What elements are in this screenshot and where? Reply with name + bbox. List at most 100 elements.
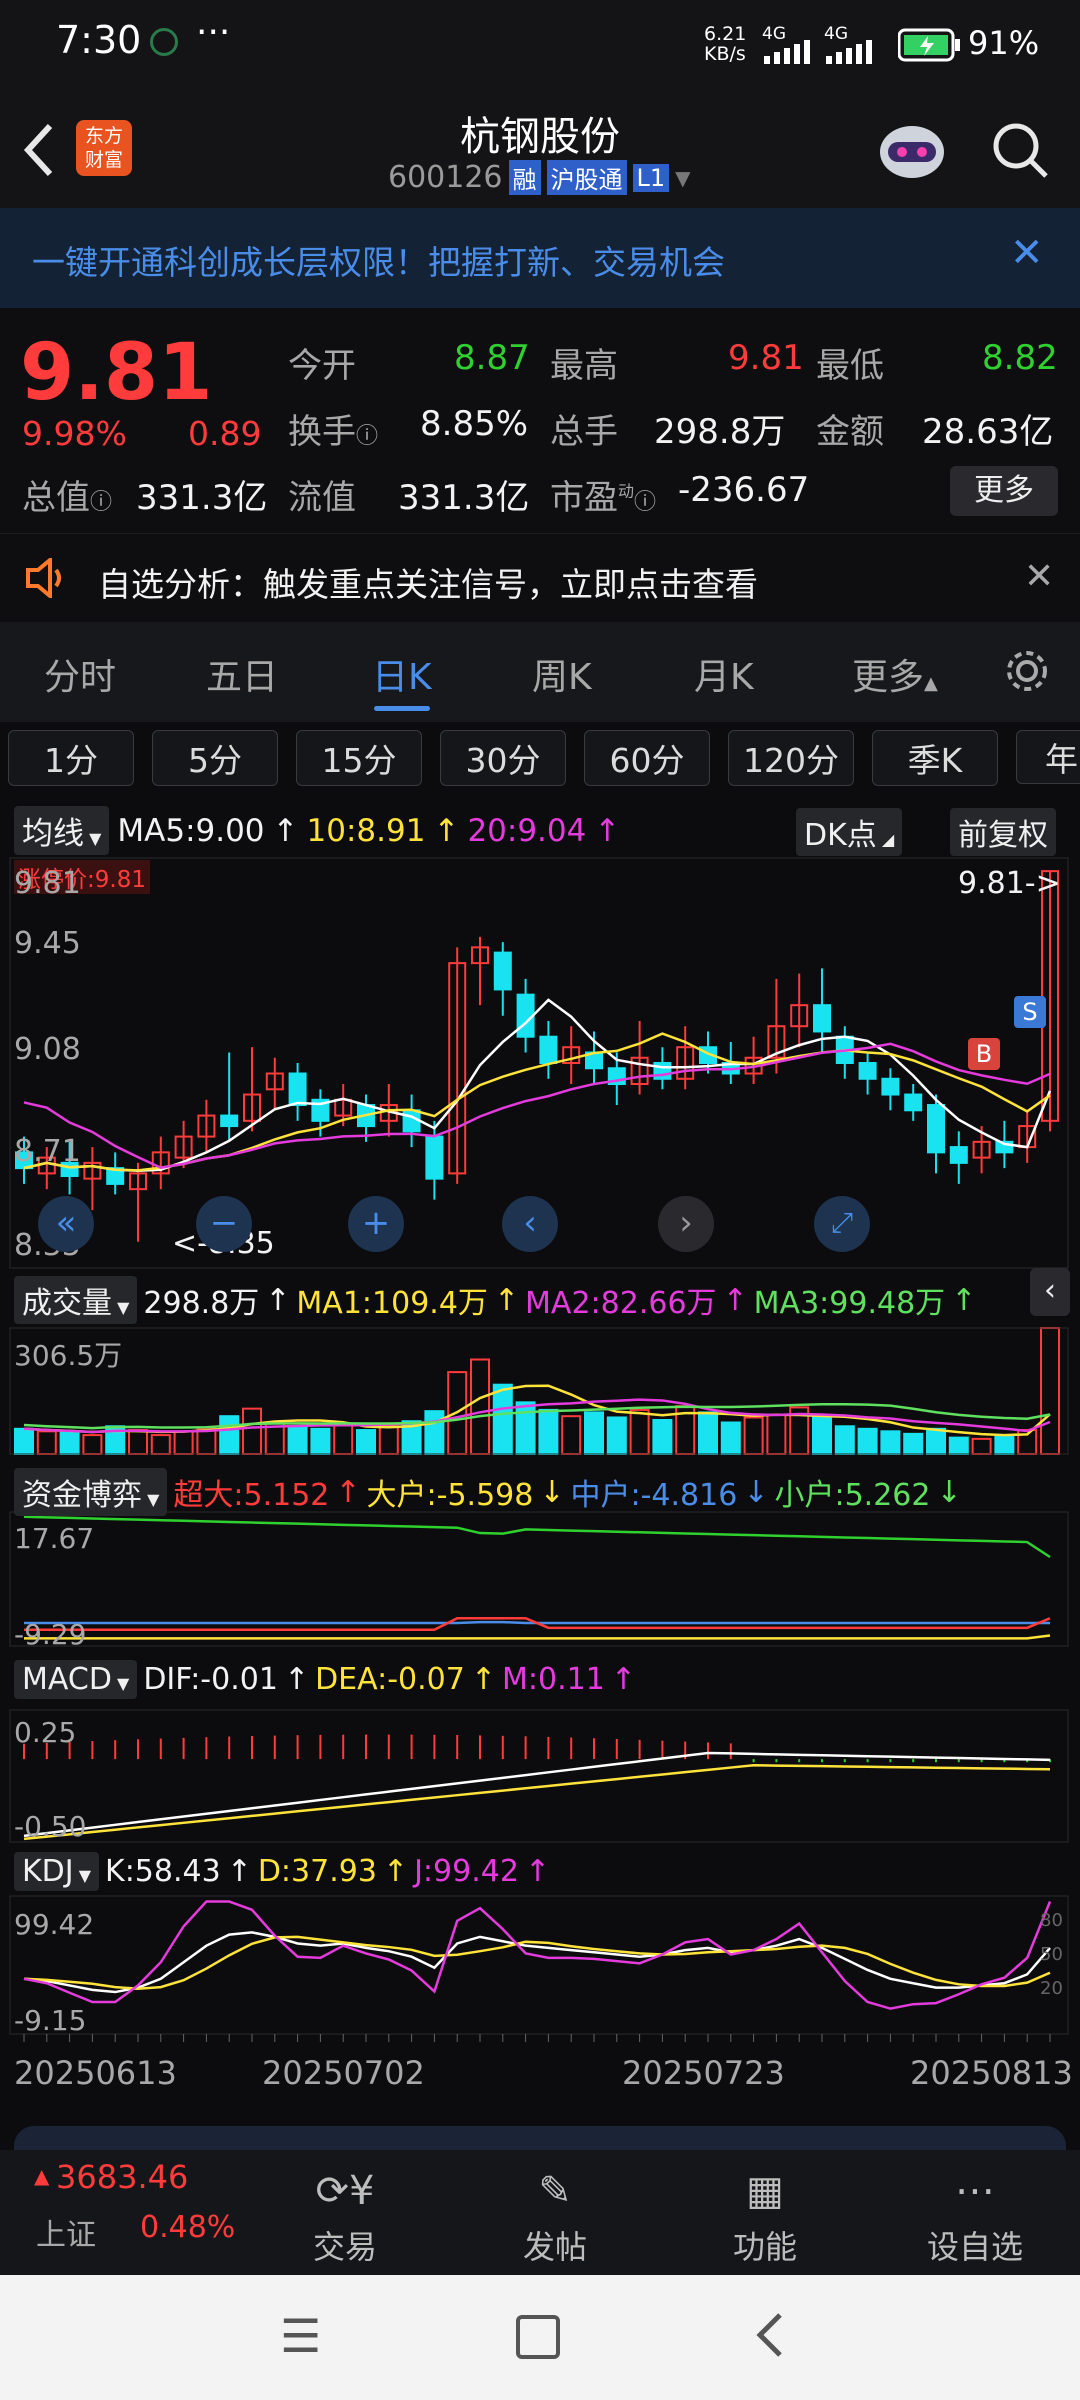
volume-bar bbox=[584, 1411, 604, 1455]
search-icon[interactable] bbox=[990, 120, 1050, 180]
total-cap-value: 331.3亿 bbox=[136, 478, 268, 518]
capital-small: 小户:5.262 bbox=[774, 1478, 931, 1513]
promo-text: 一键开通科创成长层权限！把握打新、交易机会 bbox=[32, 243, 725, 282]
close-icon[interactable]: ✕ bbox=[1010, 230, 1044, 276]
ma20-line bbox=[23, 1042, 1051, 1170]
rewind-button[interactable]: « bbox=[38, 1196, 94, 1252]
index-up-arrow-icon: ▲ bbox=[34, 2164, 50, 2188]
nav-add-watchlist[interactable]: ⋯ 设自选 bbox=[900, 2168, 1050, 2268]
zoom-out-button[interactable]: − bbox=[196, 1196, 252, 1252]
volume-bar bbox=[150, 1434, 171, 1455]
home-square-icon[interactable] bbox=[516, 2315, 560, 2359]
collapse-arrow-icon[interactable]: ‹ bbox=[1030, 1268, 1070, 1316]
buy-marker[interactable]: B bbox=[968, 1038, 1000, 1070]
volume-bar bbox=[880, 1430, 901, 1456]
vol-ma3: MA3:99.48万 bbox=[753, 1286, 946, 1321]
stock-code-row[interactable]: 600126 融 沪股通 L1 ▼ bbox=[388, 160, 691, 195]
analysis-notice[interactable]: 自选分析：触发重点关注信号，立即点击查看 ✕ bbox=[0, 533, 1080, 622]
tab-monthly-k[interactable]: 月K bbox=[694, 648, 754, 700]
amount-label: 金额 bbox=[816, 412, 884, 452]
pe-label[interactable]: 市盈动ⓘ bbox=[550, 470, 656, 519]
macd-indicator-select[interactable]: MACD ▼ bbox=[14, 1660, 138, 1699]
total-cap-label[interactable]: 总值ⓘ bbox=[22, 470, 112, 519]
date-label-1: 20250613 bbox=[14, 2054, 177, 2092]
more-button[interactable]: 更多 bbox=[950, 466, 1058, 516]
settings-gear-icon[interactable] bbox=[1002, 646, 1052, 696]
nav-functions[interactable]: ▦ 功能 bbox=[690, 2168, 840, 2268]
volume-bar bbox=[378, 1425, 399, 1456]
volume-bar bbox=[994, 1435, 1015, 1455]
macd-legend: MACD ▼ DIF:-0.01 ↑ DEA:-0.07 ↑ M:0.11 ↑ bbox=[14, 1660, 636, 1699]
menu-icon[interactable]: ☰ bbox=[280, 2309, 321, 2363]
volume-bar bbox=[698, 1411, 718, 1455]
amount-value: 28.63亿 bbox=[922, 412, 1054, 452]
volume-bar bbox=[333, 1424, 354, 1456]
sell-marker[interactable]: S bbox=[1014, 996, 1046, 1028]
tab-daily-k[interactable]: 日K bbox=[372, 648, 432, 700]
adjust-button[interactable]: 前复权 bbox=[950, 808, 1056, 856]
kdj-indicator-select[interactable]: KDJ ▼ bbox=[14, 1852, 100, 1891]
macd-ymin: -0.50 bbox=[14, 1810, 87, 1843]
connect-tag: 沪股通 bbox=[546, 160, 627, 195]
more-notifications-icon: ··· bbox=[196, 12, 231, 53]
fullscreen-button[interactable]: ⤢ bbox=[814, 1196, 870, 1252]
volume-ymax: 306.5万 bbox=[14, 1339, 123, 1372]
app-notification-icon bbox=[150, 28, 178, 56]
index-value[interactable]: 3683.46 bbox=[56, 2158, 188, 2196]
close-icon[interactable]: ✕ bbox=[1024, 556, 1054, 597]
change-amount: 0.89 bbox=[188, 414, 262, 453]
nav-post[interactable]: ✎ 发帖 bbox=[480, 2168, 630, 2268]
bottom-promo-strip[interactable] bbox=[14, 2126, 1066, 2150]
period-year[interactable]: 年 bbox=[1016, 730, 1080, 784]
stock-header: 东方 财富 杭钢股份 600126 融 沪股通 L1 ▼ bbox=[0, 90, 1080, 208]
capital-small-line bbox=[23, 1515, 1051, 1559]
dk-point-button[interactable]: DK点 ◢ bbox=[796, 808, 903, 856]
volume-bar bbox=[812, 1416, 832, 1456]
promo-banner[interactable]: 一键开通科创成长层权限！把握打新、交易机会 ✕ bbox=[0, 208, 1080, 308]
index-name[interactable]: 上证 bbox=[36, 2210, 96, 2254]
candle-body bbox=[539, 1035, 558, 1064]
indicator-select[interactable]: 均线 ▼ bbox=[14, 806, 110, 855]
y-label-4: 8.71 bbox=[14, 1134, 81, 1169]
panel-frame bbox=[9, 1709, 1069, 1843]
zoom-in-button[interactable]: + bbox=[348, 1196, 404, 1252]
volume-bar bbox=[926, 1427, 946, 1455]
bottom-nav: ▲ 3683.46 上证 0.48% ⟳¥ 交易 ✎ 发帖 ▦ 功能 ⋯ 设自选 bbox=[0, 2150, 1080, 2275]
period-15min[interactable]: 15分 bbox=[296, 730, 422, 786]
nav-trade[interactable]: ⟳¥ 交易 bbox=[270, 2168, 420, 2268]
period-30min[interactable]: 30分 bbox=[440, 730, 566, 786]
volume-bar bbox=[561, 1415, 582, 1456]
index-percent: 0.48% bbox=[140, 2210, 236, 2245]
tab-weekly-k[interactable]: 周K bbox=[532, 648, 592, 700]
capital-indicator-select[interactable]: 资金博弈 ▼ bbox=[14, 1468, 168, 1516]
notice-text: 自选分析：触发重点关注信号，立即点击查看 bbox=[98, 565, 758, 604]
period-quarter[interactable]: 季K bbox=[872, 730, 998, 786]
kdj-d: D:37.93 bbox=[257, 1854, 377, 1889]
period-120min[interactable]: 120分 bbox=[728, 730, 854, 786]
tab-five-day[interactable]: 五日 bbox=[206, 648, 278, 700]
robot-assistant-icon[interactable] bbox=[874, 114, 950, 184]
macd-panel bbox=[23, 1734, 1051, 1841]
candle-body bbox=[288, 1072, 307, 1107]
scroll-right-button[interactable]: › bbox=[658, 1196, 714, 1252]
kdj-j-line bbox=[23, 1900, 1052, 2010]
period-5min[interactable]: 5分 bbox=[152, 730, 278, 786]
y-label-2: 9.45 bbox=[14, 926, 81, 961]
capital-ymax: 17.67 bbox=[14, 1522, 95, 1555]
period-60min[interactable]: 60分 bbox=[584, 730, 710, 786]
scroll-left-button[interactable]: ‹ bbox=[502, 1196, 558, 1252]
volume-indicator-select[interactable]: 成交量 ▼ bbox=[14, 1276, 138, 1324]
tab-more[interactable]: 更多▲ bbox=[852, 648, 938, 700]
period-1min[interactable]: 1分 bbox=[8, 730, 134, 786]
turnover-value: 8.85% bbox=[420, 404, 529, 444]
turnover-label[interactable]: 换手ⓘ bbox=[288, 404, 378, 453]
volume-bar bbox=[515, 1401, 536, 1456]
ma10-line bbox=[23, 1032, 1051, 1172]
volume-value: 298.8万 bbox=[143, 1286, 260, 1321]
tab-intraday[interactable]: 分时 bbox=[44, 648, 116, 700]
float-cap-label: 流值 bbox=[288, 478, 356, 518]
capital-large: 大户:-5.598 bbox=[366, 1478, 534, 1513]
back-triangle-icon[interactable] bbox=[750, 2311, 790, 2361]
candle-body bbox=[425, 1135, 444, 1180]
volume-bar bbox=[720, 1421, 741, 1455]
